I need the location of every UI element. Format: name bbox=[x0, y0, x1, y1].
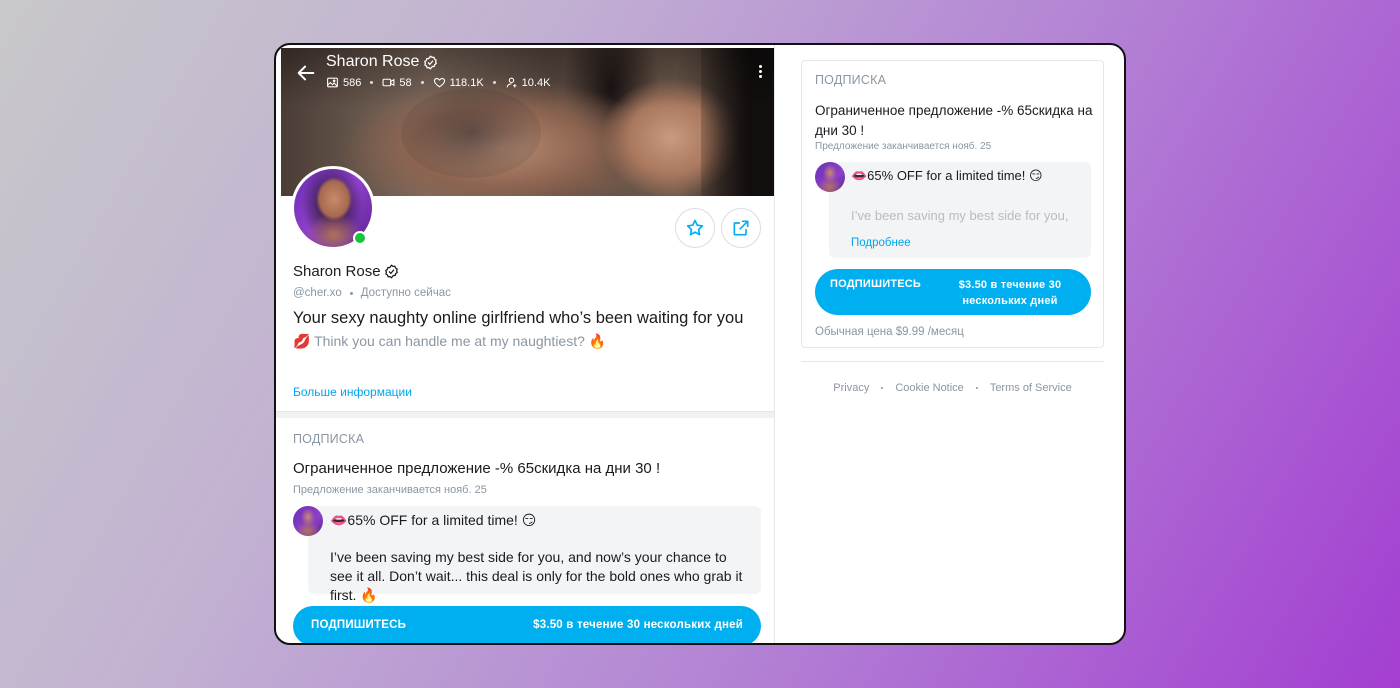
username: @cher.xo bbox=[293, 287, 342, 299]
availability-status: Доступно сейчас bbox=[360, 287, 451, 299]
stat-photos: 586 bbox=[326, 76, 361, 89]
profile-name-text: Sharon Rose bbox=[293, 263, 381, 280]
stat-likes-count: 118.1K bbox=[449, 76, 484, 89]
promo-title: 👄65% OFF for a limited time! 😏 bbox=[851, 168, 1043, 183]
stat-fans-count: 10.4K bbox=[521, 76, 551, 89]
cover-header: Sharon Rose 586 58 118.1K 10.4K bbox=[281, 48, 774, 108]
subscribe-button[interactable]: ПОДПИШИТЕСЬ $3.50 в течение 30 нескольки… bbox=[815, 269, 1091, 315]
online-status-indicator bbox=[353, 231, 367, 245]
heart-icon bbox=[433, 77, 445, 88]
subscription-label: ПОДПИСКА bbox=[815, 73, 887, 87]
terms-link[interactable]: Terms of Service bbox=[990, 382, 1072, 394]
profile-column: Sharon Rose 586 58 118.1K 10.4K Sharon R… bbox=[276, 45, 775, 643]
subscribe-button[interactable]: ПОДПИШИТЕСЬ $3.50 в течение 30 нескольки… bbox=[293, 606, 761, 643]
subscribe-button-label: ПОДПИШИТЕСЬ bbox=[830, 278, 922, 290]
separator-dot bbox=[881, 387, 884, 389]
bio-title: Your sexy naughty online girlfriend who’… bbox=[293, 309, 744, 327]
offer-title: Ограниченное предложение -% 65скидка на … bbox=[293, 460, 661, 477]
stat-videos: 58 bbox=[382, 76, 412, 89]
promo-text: I’ve been saving my best side for you, a… bbox=[330, 549, 743, 603]
bio-text: 💋 Think you can handle me at my naughtie… bbox=[293, 333, 607, 349]
verified-icon bbox=[384, 264, 398, 279]
profile-name: Sharon Rose bbox=[293, 263, 399, 280]
separator-dot bbox=[370, 81, 374, 84]
stat-fans: 10.4K bbox=[505, 76, 551, 89]
offer-title: Ограниченное предложение -% 65скидка на … bbox=[815, 103, 1093, 138]
handle-line: @cher.xo Доступно сейчас bbox=[293, 287, 451, 299]
section-divider bbox=[276, 411, 774, 418]
star-icon bbox=[686, 219, 704, 236]
fans-icon bbox=[506, 77, 517, 88]
verified-icon bbox=[424, 54, 438, 70]
sidebar-column: ПОДПИСКА Ограниченное предложение -% 65с… bbox=[776, 45, 1124, 643]
separator-dot bbox=[349, 291, 353, 295]
cookie-notice-link[interactable]: Cookie Notice bbox=[895, 382, 963, 394]
separator-dot bbox=[492, 81, 496, 84]
stat-likes: 118.1K bbox=[433, 76, 484, 89]
subscription-label: ПОДПИСКА bbox=[293, 432, 365, 446]
profile-stats: 586 58 118.1K 10.4K bbox=[326, 76, 550, 89]
stat-videos-count: 58 bbox=[399, 76, 412, 89]
subscribe-button-price: $3.50 в течение 30 нескольких дней bbox=[958, 279, 1062, 307]
stat-photos-count: 586 bbox=[343, 76, 362, 89]
separator-dot bbox=[975, 387, 978, 389]
avatar bbox=[293, 506, 323, 536]
share-icon bbox=[733, 220, 749, 236]
separator-dot bbox=[420, 81, 424, 84]
subscribe-button-label: ПОДПИШИТЕСЬ bbox=[311, 619, 407, 631]
promo-title: 👄65% OFF for a limited time! 😏 bbox=[330, 512, 537, 528]
share-button[interactable] bbox=[721, 208, 761, 248]
divider bbox=[801, 361, 1104, 362]
read-more-link[interactable]: Подробнее bbox=[851, 237, 911, 249]
back-arrow-icon[interactable] bbox=[295, 62, 317, 84]
subscription-card: ПОДПИСКА Ограниченное предложение -% 65с… bbox=[801, 60, 1104, 348]
photo-icon bbox=[327, 77, 338, 88]
more-info-link[interactable]: Больше информации bbox=[293, 385, 412, 399]
more-options-icon[interactable] bbox=[759, 65, 763, 81]
cover-name-text: Sharon Rose bbox=[326, 53, 420, 70]
video-icon bbox=[382, 78, 395, 87]
offer-ends: Предложение заканчивается нояб. 25 bbox=[293, 484, 487, 496]
cover-name: Sharon Rose bbox=[326, 53, 438, 71]
app-window: Sharon Rose 586 58 118.1K 10.4K Sharon R… bbox=[274, 43, 1126, 645]
favorite-button[interactable] bbox=[675, 208, 715, 248]
footer-links: Privacy Cookie Notice Terms of Service bbox=[801, 382, 1104, 394]
offer-ends: Предложение заканчивается нояб. 25 bbox=[815, 141, 992, 152]
regular-price: Обычная цена $9.99 /месяц bbox=[815, 326, 964, 338]
subscribe-button-price: $3.50 в течение 30 нескольких дней bbox=[533, 619, 743, 631]
avatar bbox=[815, 162, 845, 192]
privacy-link[interactable]: Privacy bbox=[833, 382, 869, 394]
promo-text-preview: I’ve been saving my best side for you, bbox=[851, 208, 1069, 223]
